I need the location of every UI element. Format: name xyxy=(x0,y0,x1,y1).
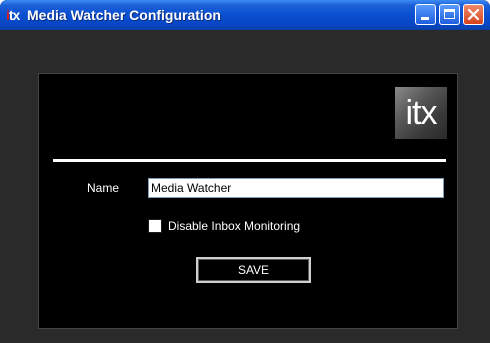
minimize-button[interactable] xyxy=(415,4,436,25)
window-client-area: itx Name Media Watcher Disable Inbox Mon… xyxy=(4,30,486,343)
maximize-icon xyxy=(444,9,455,19)
config-panel: itx Name Media Watcher Disable Inbox Mon… xyxy=(38,73,458,329)
maximize-button[interactable] xyxy=(439,4,460,25)
close-button[interactable] xyxy=(463,4,484,25)
disable-inbox-label[interactable]: Disable Inbox Monitoring xyxy=(168,219,300,233)
save-button[interactable]: SAVE xyxy=(196,257,311,283)
separator-line xyxy=(53,159,446,162)
minimize-icon xyxy=(421,17,429,20)
name-input[interactable]: Media Watcher xyxy=(148,178,444,198)
itx-app-icon[interactable]: itx xyxy=(6,7,26,23)
disable-inbox-checkbox[interactable] xyxy=(148,219,162,233)
name-label: Name xyxy=(87,181,120,195)
window-title: Media Watcher Configuration xyxy=(27,7,221,23)
close-icon xyxy=(468,9,479,20)
itx-logo: itx xyxy=(395,87,447,139)
title-bar[interactable]: itx Media Watcher Configuration xyxy=(0,0,490,30)
config-window: itx Media Watcher Configuration itx Name… xyxy=(0,0,490,343)
